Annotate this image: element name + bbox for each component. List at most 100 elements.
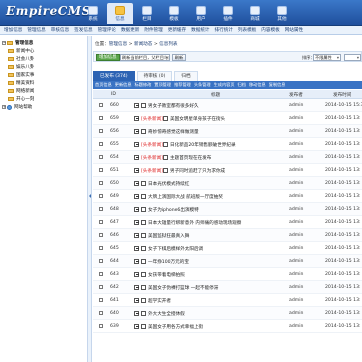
edit-icon[interactable] [134,310,139,316]
action-link[interactable]: 置顶管理 [154,82,171,87]
row-checkbox[interactable] [99,259,103,263]
edit-icon[interactable] [134,167,139,173]
row-checkbox[interactable] [99,324,103,328]
edit-icon[interactable] [134,193,139,199]
topnav-item[interactable]: 系统 [80,3,106,24]
row-checkbox[interactable] [99,194,103,198]
edit-icon[interactable] [134,271,139,277]
edit-icon[interactable] [134,323,139,329]
row-checkbox[interactable] [99,233,103,237]
collapse-arrow-icon[interactable] [89,194,91,198]
edit-icon[interactable] [134,206,139,212]
topnav-item[interactable]: 信息 [107,3,133,24]
row-title-link[interactable]: 美国女子伪裸打篮球 一起不能停滞 [148,285,218,291]
row-title-link[interactable]: 男女子教室都有很多好久 [148,103,199,109]
row-title-link[interactable]: 日本大雄量行绑新意外 内师痛的感动现场观察 [148,220,241,226]
status-tab[interactable]: 归档 [174,71,198,81]
row-checkbox[interactable] [99,142,103,146]
row-checkbox[interactable] [99,298,103,302]
row-checkbox[interactable] [99,168,103,172]
row-checkbox[interactable] [99,116,103,120]
row-checkbox[interactable] [99,181,103,185]
row-checkbox[interactable] [99,285,103,289]
topnav-item[interactable]: 栏目 [134,3,160,24]
menubar-item[interactable]: 增加信息 [4,27,22,33]
topnav-item[interactable]: 商城 [242,3,268,24]
breadcrumb-2[interactable]: 新闻动态 [134,42,152,47]
col-time[interactable]: 发布时间 [333,92,351,98]
row-title-link[interactable]: 日化新品20年销售额破世界纪录 [170,142,236,148]
order-select[interactable] [344,53,361,61]
refresh-button[interactable]: 刷新 [172,53,186,61]
action-link[interactable]: 头条管理 [194,82,211,87]
menubar-item[interactable]: 排行统计 [215,27,233,33]
property-select[interactable]: 不限属性 [313,53,341,61]
sidebar-splitter[interactable] [88,36,92,362]
row-title-link[interactable]: 主题首页现在在发布 [170,155,211,161]
action-link[interactable]: 标题修改 [135,82,152,87]
action-link[interactable]: 首页信息 [95,82,112,87]
row-title-link[interactable]: 女子下棋后模样外太阳后调 [148,246,203,252]
action-link[interactable]: 归档 [238,82,246,87]
topnav-item[interactable]: 用户 [188,3,214,24]
menubar-item[interactable]: 管理信息 [27,27,45,33]
menubar-item[interactable]: 管理评论 [98,27,116,33]
menubar-item[interactable]: 审核信息 [51,27,69,33]
row-title-link[interactable]: 外大大生全授休假 [148,311,185,317]
breadcrumb-1[interactable]: 管理信息 [109,42,127,47]
action-link[interactable]: 移动信息 [249,82,266,87]
menubar-item[interactable]: 内容模板 [261,27,279,33]
collapse-icon[interactable]: − [2,41,6,45]
menubar-item[interactable]: 附件管理 [144,27,162,33]
tree-help[interactable]: + 网站帮助 [2,103,85,111]
tree-item[interactable]: 国家实事 [2,71,85,79]
action-link[interactable]: 复制信息 [269,82,286,87]
menubar-item[interactable]: 数据更新 [121,27,139,33]
row-title-link[interactable]: 男子同时追赶了只为求你成 [170,168,225,174]
edit-icon[interactable] [134,180,139,186]
row-title-link[interactable]: 女孩带着电梯拍照 [148,272,185,278]
action-link[interactable]: 推荐管理 [174,82,191,87]
action-link[interactable]: 更新信息 [115,82,132,87]
row-title-link[interactable]: 美国监狱狂最真入舞 [148,233,189,239]
row-checkbox[interactable] [99,207,103,211]
menubar-item[interactable]: 更新缓存 [168,27,186,33]
tree-item[interactable]: 开心一刻 [2,95,85,103]
edit-icon[interactable] [134,219,139,225]
edit-icon[interactable] [134,102,139,108]
expand-icon[interactable]: + [2,105,6,109]
row-title-link[interactable]: 美国女子用各方式幸福上街 [148,324,203,330]
refresh-scope-select[interactable]: 刷新当前栏目，父栏目与首页 [120,53,170,61]
action-link[interactable]: 生成内容页 [214,82,235,87]
add-info-button[interactable]: 增加信息 [96,53,120,61]
edit-icon[interactable] [134,284,139,290]
row-checkbox[interactable] [99,103,103,107]
edit-icon[interactable] [134,297,139,303]
edit-icon[interactable] [134,115,139,121]
row-checkbox[interactable] [99,155,103,159]
row-title-link[interactable]: 奇妙惊奇感觉这样做测量 [148,129,199,135]
status-tab[interactable]: 已发布 (374) [93,71,135,81]
menubar-item[interactable]: 网站属性 [285,27,303,33]
row-title-link[interactable]: 美国女明星单身孩子在街头 [170,116,225,122]
tree-item[interactable]: 网络新闻 [2,87,85,95]
topnav-item[interactable]: 其他 [269,3,295,24]
col-id[interactable]: ID [111,92,116,97]
row-checkbox[interactable] [99,220,103,224]
tree-item[interactable]: 社会八卦 [2,55,85,63]
edit-icon[interactable] [134,141,139,147]
edit-icon[interactable] [134,245,139,251]
row-checkbox[interactable] [99,311,103,315]
edit-icon[interactable] [134,128,139,134]
menubar-item[interactable]: 签发信息 [74,27,92,33]
row-title-link[interactable]: 大牌上演国际大战 航班版一厅度抽奖 [148,194,223,200]
row-title-link[interactable]: 一年挣100万元的宝 [148,259,189,265]
topnav-item[interactable]: 模板 [161,3,187,24]
menubar-item[interactable]: 数据统计 [191,27,209,33]
edit-icon[interactable] [134,232,139,238]
edit-icon[interactable] [134,258,139,264]
tree-item[interactable]: 新闻中心 [2,47,85,55]
status-tab[interactable]: 待审核 (0) [136,71,173,81]
edit-icon[interactable] [134,154,139,160]
row-checkbox[interactable] [99,272,103,276]
